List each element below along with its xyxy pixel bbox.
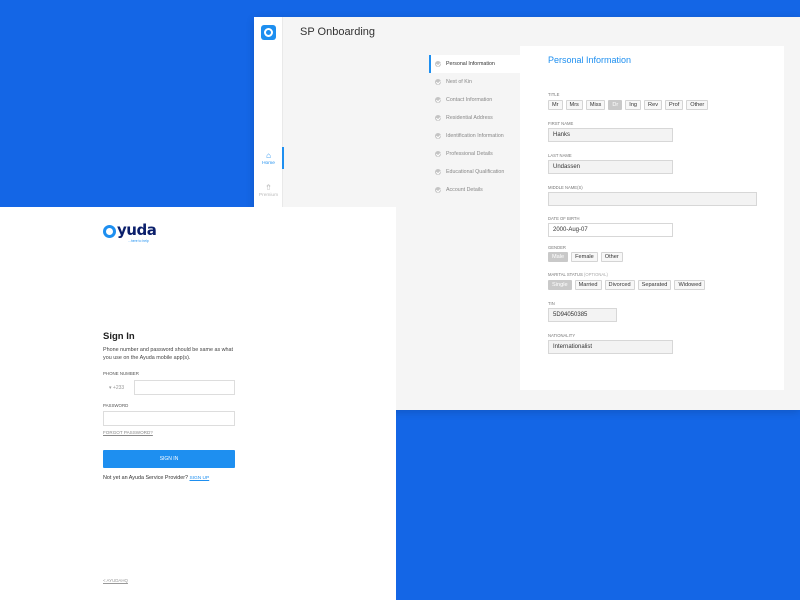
check-circle-icon [435,133,441,139]
middle-name-field[interactable] [548,192,757,206]
password-label: PASSWORD [103,403,129,408]
gender-option-male[interactable]: Male [548,252,569,262]
marital-status-text: MARITAL STATUS [548,272,583,277]
title-option-dr[interactable]: Dr [608,100,623,110]
step-account-details[interactable]: Account Details [429,181,520,199]
date-of-birth-field[interactable]: 2000-Aug-07 [548,223,673,237]
logo-tagline: ...here to help [128,239,149,243]
title-option-ing[interactable]: Ing [625,100,642,110]
check-circle-icon [435,151,441,157]
check-circle-icon [435,61,441,67]
title-option-prof[interactable]: Prof [665,100,684,110]
nationality-label: NATIONALITY [548,333,576,338]
signin-description: Phone number and password should be same… [103,347,234,361]
title-label: TITLE [548,92,560,97]
last-name-field[interactable]: Undassen [548,160,673,174]
gender-options: Male Female Other [548,252,623,262]
step-educational-qualification[interactable]: Educational Qualification [429,163,520,181]
step-label: Personal Information [446,61,495,67]
step-label: Contact Information [446,97,493,103]
premium-icon: ⇮ [265,183,272,192]
marital-option-widowed[interactable]: Widowed [674,280,706,290]
signup-prompt: Not yet an Ayuda Service Provider? SIGN … [103,475,209,481]
title-option-mrs[interactable]: Mrs [565,100,583,110]
step-professional-details[interactable]: Professional Details [429,145,520,163]
step-label: Residential Address [446,115,493,121]
marital-option-separated[interactable]: Separated [637,280,672,290]
app-logo-icon[interactable] [261,25,276,40]
step-residential-address[interactable]: Residential Address [429,109,520,127]
last-name-label: LAST NAME [548,153,572,158]
form-heading: Personal Information [548,55,632,65]
check-circle-icon [435,187,441,193]
marital-option-married[interactable]: Married [574,280,602,290]
personal-information-card: Personal Information TITLE Mr Mrs Miss D… [520,46,784,390]
step-label: Account Details [446,187,483,193]
step-personal-information[interactable]: Personal Information [429,55,520,73]
forgot-password-link[interactable]: FORGOT PASSWORD? [103,430,153,435]
rail-item-label: Home [262,161,275,166]
logo-wordmark: yuda [117,221,157,239]
sign-up-link[interactable]: SIGN UP [190,476,210,481]
phone-number-input[interactable] [134,380,235,395]
step-label: Educational Qualification [446,169,505,175]
middle-name-label: MIDDLE NAME(S) [548,185,583,190]
marital-option-single[interactable]: Single [548,280,572,290]
nationality-field[interactable]: Internationalist [548,340,673,354]
optional-tag: (OPTIONAL) [583,272,608,277]
country-code: +233 [112,384,125,391]
rail-item-label: Premium [258,193,279,198]
tin-field[interactable]: 5D94050385 [548,308,617,322]
gender-option-other[interactable]: Other [600,252,623,262]
title-option-mr[interactable]: Mr [548,100,563,110]
step-label: Identification Information [446,133,504,139]
sign-in-button[interactable]: SIGN IN [103,450,235,468]
page-title: SP Onboarding [300,26,376,38]
rail-item-premium[interactable]: ⇮ Premium [254,183,283,198]
step-contact-information[interactable]: Contact Information [429,91,520,109]
steps-nav: Personal Information Next of Kin Contact… [429,55,520,199]
step-label: Next of Kin [446,79,472,85]
gender-option-female[interactable]: Female [571,252,598,262]
first-name-label: FIRST NAME [548,121,574,126]
title-option-miss[interactable]: Miss [585,100,606,110]
marital-option-divorced[interactable]: Divorced [604,280,635,290]
step-next-of-kin[interactable]: Next of Kin [429,73,520,91]
country-code-select[interactable]: ▾ +233 [103,380,134,395]
logo-ring-icon [103,225,116,238]
step-identification-information[interactable]: Identification Information [429,127,520,145]
password-input[interactable] [103,411,235,426]
check-circle-icon [435,169,441,175]
gender-label: GENDER [548,245,566,250]
check-circle-icon [435,79,441,85]
marital-status-options: Single Married Divorced Separated Widowe… [548,280,706,290]
check-circle-icon [435,115,441,121]
title-options: Mr Mrs Miss Dr Ing Rev Prof Other [548,100,709,110]
phone-input-group: ▾ +233 [103,380,235,395]
signin-title: Sign In [103,331,135,342]
check-circle-icon [435,97,441,103]
step-label: Professional Details [446,151,493,157]
signin-panel: yuda ...here to help Sign In Phone numbe… [0,207,396,600]
home-icon: ⌂ [266,151,271,160]
back-link[interactable]: < AYUDAHQ [103,578,128,583]
dob-label: DATE OF BIRTH [548,216,580,221]
title-option-other[interactable]: Other [686,100,709,110]
ayuda-logo: yuda ...here to help [103,221,163,246]
marital-status-label: MARITAL STATUS (OPTIONAL) [548,272,608,277]
signup-prompt-text: Not yet an Ayuda Service Provider? [103,475,188,481]
title-option-rev[interactable]: Rev [644,100,662,110]
tin-label: TIN [548,301,555,306]
phone-label: PHONE NUMBER [103,371,139,376]
rail-item-home[interactable]: ⌂ Home [254,147,284,169]
first-name-field[interactable]: Hanks [548,128,673,142]
